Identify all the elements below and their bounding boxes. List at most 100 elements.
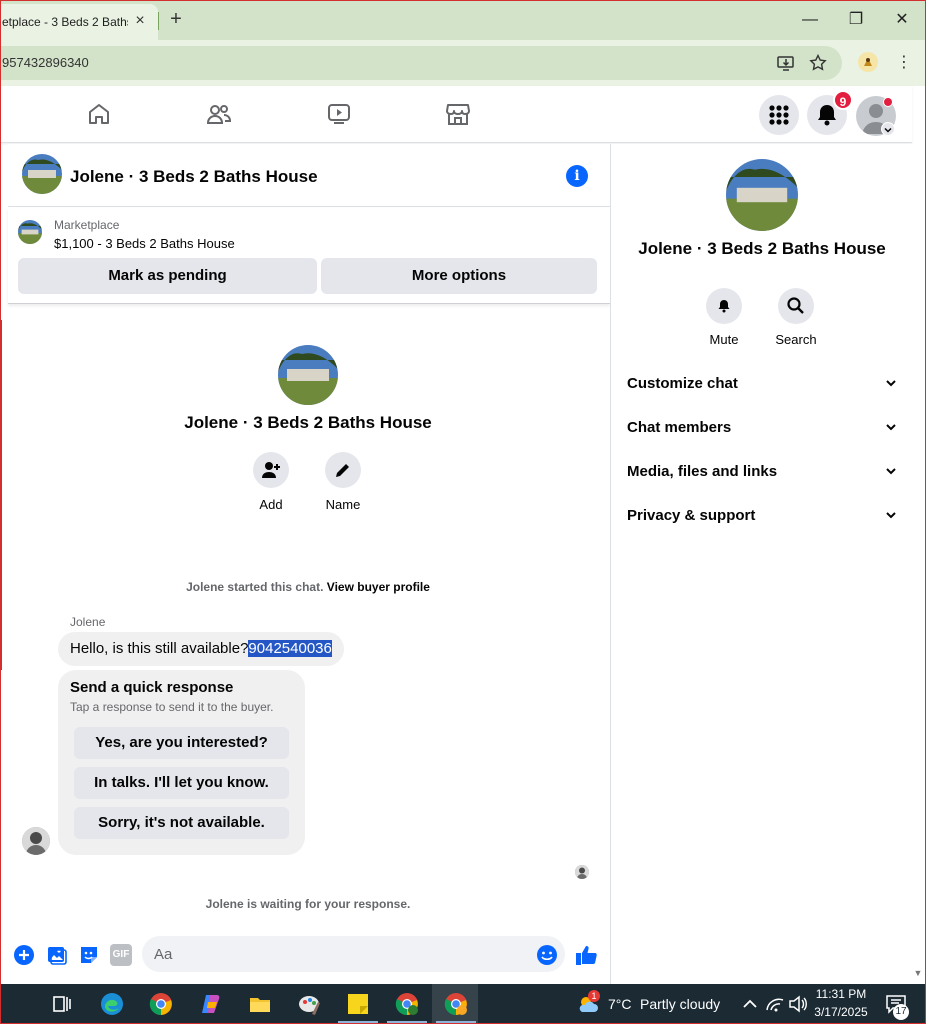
quick-response-sorry[interactable]: Sorry, it's not available. [74, 807, 289, 839]
privacy-support-label: Privacy & support [627, 507, 756, 524]
message-text: Hello, is this still available? [70, 640, 249, 657]
add-people-button[interactable]: Add [236, 452, 306, 512]
address-bar[interactable]: 957432896340 [0, 46, 842, 80]
minimize-button[interactable]: — [800, 10, 820, 30]
chat-title[interactable]: Jolene · 3 Beds 2 Baths House [70, 167, 318, 187]
chrome-active-icon[interactable] [444, 992, 468, 1016]
edge-icon[interactable] [100, 992, 124, 1016]
bookmark-star-icon[interactable] [808, 53, 828, 73]
incoming-message[interactable]: Hello, is this still available?904254003… [58, 632, 344, 666]
chrome-icon[interactable] [149, 992, 173, 1016]
video-icon[interactable] [326, 101, 352, 127]
media-files-links-label: Media, files and links [627, 463, 778, 480]
privacy-support-section[interactable]: Privacy & support [627, 498, 902, 534]
tab-title: etplace - 3 Beds 2 Baths [2, 15, 128, 29]
mark-as-pending-button[interactable]: Mark as pending [18, 258, 317, 294]
weather-description[interactable]: Partly cloudy [640, 996, 720, 1012]
gif-icon[interactable]: GIF [110, 944, 132, 966]
customize-chat-label: Customize chat [627, 375, 738, 392]
center-chat-name: Jolene · 3 Beds 2 Baths House [184, 413, 432, 432]
message-input[interactable] [142, 936, 565, 972]
extension-icon[interactable] [858, 52, 878, 72]
chevron-down-icon [886, 468, 896, 475]
thumbs-up-icon[interactable] [575, 944, 597, 966]
marketplace-icon[interactable] [445, 101, 471, 127]
listing-thumbnail[interactable] [18, 220, 42, 244]
chevron-up-icon[interactable] [738, 992, 762, 1016]
bell-icon [718, 300, 730, 313]
friends-icon[interactable] [206, 101, 232, 127]
quick-response-title: Send a quick response [70, 679, 234, 696]
customize-chat-section[interactable]: Customize chat [627, 366, 902, 402]
chat-started-notice: Jolene started this chat. View buyer pro… [8, 580, 608, 594]
quick-response-yes[interactable]: Yes, are you interested? [74, 727, 289, 759]
sticker-icon[interactable] [78, 944, 100, 966]
weather-temp[interactable]: 7°C [608, 996, 632, 1012]
mute-button[interactable]: Mute [689, 288, 759, 347]
search-in-chat-button[interactable]: Search [761, 288, 831, 347]
browser-toolbar: 957432896340 [0, 40, 926, 86]
browser-tab[interactable]: etplace - 3 Beds 2 Baths × [0, 4, 158, 40]
maximize-button[interactable]: ❐ [846, 10, 866, 30]
media-files-links-section[interactable]: Media, files and links [627, 454, 902, 490]
running-indicator [436, 1021, 476, 1023]
clock-time[interactable]: 11:31 PM [808, 987, 874, 1001]
search-label: Search [775, 332, 817, 347]
chevron-down-icon [886, 512, 896, 519]
chat-members-section[interactable]: Chat members [627, 410, 902, 446]
close-window-button[interactable]: ✕ [892, 10, 912, 30]
paint-icon[interactable] [298, 992, 322, 1016]
emoji-icon[interactable] [536, 944, 558, 966]
details-avatar[interactable] [726, 159, 798, 231]
scroll-down-arrow[interactable]: ▼ [912, 968, 924, 980]
account-chevron-icon[interactable] [881, 122, 895, 136]
home-icon[interactable] [86, 101, 112, 127]
listing-title[interactable]: $1,100 - 3 Beds 2 Baths House [54, 236, 235, 251]
url-text[interactable]: 957432896340 [2, 55, 89, 70]
view-buyer-profile-link[interactable]: View buyer profile [327, 580, 430, 594]
browser-menu-icon[interactable]: ⋮ [896, 54, 912, 72]
volume-icon[interactable] [786, 992, 810, 1016]
chat-header: Jolene · 3 Beds 2 Baths House i [8, 144, 610, 207]
photo-icon[interactable] [46, 944, 68, 966]
quick-response-subtitle: Tap a response to send it to the buyer. [70, 700, 274, 714]
running-indicator [338, 1021, 378, 1023]
grid-icon [769, 105, 789, 125]
task-view-icon[interactable] [50, 992, 74, 1016]
waiting-notice: Jolene is waiting for your response. [205, 897, 411, 911]
search-icon [787, 297, 804, 314]
plus-circle-icon[interactable] [13, 944, 35, 966]
mute-label: Mute [709, 332, 739, 347]
menu-grid-button[interactable] [759, 95, 799, 135]
tab-close-icon[interactable]: × [132, 13, 148, 29]
chat-details-panel: Jolene · 3 Beds 2 Baths House Mute Searc… [610, 144, 912, 984]
info-icon[interactable]: i [566, 165, 588, 187]
file-explorer-icon[interactable] [248, 992, 272, 1016]
clock-date[interactable]: 3/17/2025 [808, 1005, 874, 1019]
chat-avatar[interactable] [22, 154, 62, 194]
sender-name: Jolene [70, 615, 106, 629]
center-avatar [278, 345, 338, 405]
name-chat-button[interactable]: Name [308, 452, 378, 512]
chrome-profile-icon[interactable] [395, 992, 419, 1016]
details-chat-name: Jolene · 3 Beds 2 Baths House [638, 239, 886, 258]
selected-phone-number[interactable]: 9042540036 [248, 640, 332, 657]
chat-started-text: Jolene started this chat. [186, 580, 324, 594]
quick-response-in-talks[interactable]: In talks. I'll let you know. [74, 767, 289, 799]
window-frame-accent [0, 320, 2, 670]
more-options-button[interactable]: More options [321, 258, 597, 294]
wifi-icon[interactable] [763, 992, 787, 1016]
weather-badge: 1 [588, 990, 600, 1002]
sender-avatar[interactable] [22, 827, 50, 855]
notification-count-badge: 17 [893, 1004, 909, 1020]
chevron-down-icon [886, 424, 896, 431]
add-label: Add [259, 497, 283, 512]
sticky-notes-icon[interactable] [346, 992, 370, 1016]
new-tab-button[interactable]: + [167, 9, 185, 29]
profile-alert-dot [883, 97, 893, 107]
seen-avatar [575, 865, 589, 879]
install-app-icon[interactable] [776, 53, 796, 73]
marketplace-listing-card: Marketplace $1,100 - 3 Beds 2 Baths Hous… [8, 208, 610, 304]
copilot-icon[interactable] [199, 992, 223, 1016]
facebook-top-nav [0, 86, 912, 143]
